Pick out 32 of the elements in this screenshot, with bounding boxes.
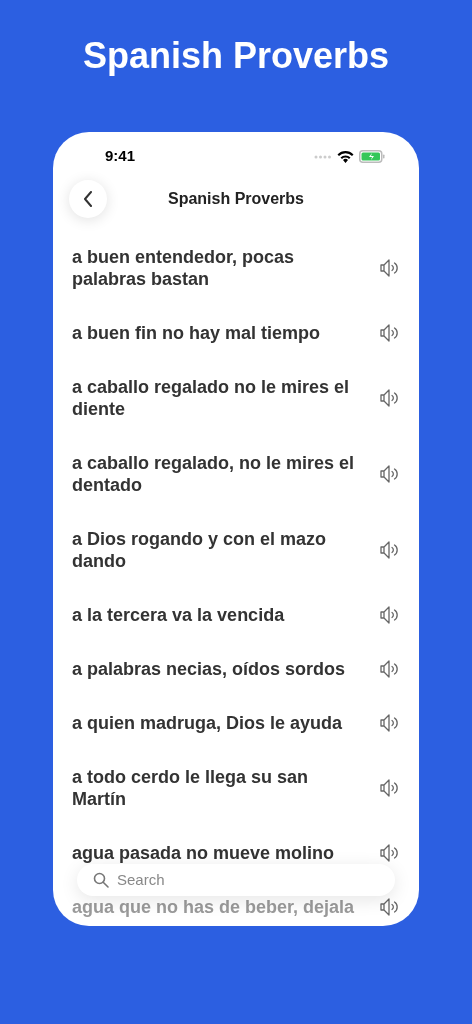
proverb-text[interactable]: a quien madruga, Dios le ayuda [72,712,367,734]
speaker-icon[interactable] [379,463,401,485]
back-button[interactable] [69,180,107,218]
speaker-icon[interactable] [379,322,401,344]
speaker-icon[interactable] [379,896,401,918]
proverb-text[interactable]: a caballo regalado, no le mires el dentado [72,452,367,496]
battery-icon [359,150,385,163]
proverb-text[interactable]: agua pasada no mueve molino [72,842,367,864]
proverb-text[interactable]: a buen fin no hay mal tiempo [72,322,367,344]
proverb-text[interactable]: a Dios rogando y con el mazo dando [72,528,367,572]
proverb-text[interactable]: a buen entendedor, pocas palabras bastan [72,246,367,290]
proverb-text[interactable]: a caballo regalado no le mires el diente [72,376,367,420]
search-input[interactable]: Search [117,868,379,892]
page-title: Spanish Proverbs [82,34,390,78]
speaker-icon[interactable] [379,777,401,799]
proverb-text[interactable]: a la tercera va la vencida [72,604,367,626]
search-field[interactable]: Search [77,864,395,896]
speaker-icon[interactable] [379,658,401,680]
search-icon [93,872,109,888]
back-icon [83,191,93,207]
speaker-icon[interactable] [379,539,401,561]
speaker-icon[interactable] [379,712,401,734]
wifi-icon [337,150,354,163]
proverb-text[interactable]: a palabras necias, oídos sordos [72,658,367,680]
speaker-icon[interactable] [379,257,401,279]
proverb-text[interactable]: a todo cerdo le llega su san Martín [72,766,367,810]
speaker-icon[interactable] [379,604,401,626]
signal-icon [314,154,332,159]
speaker-icon[interactable] [379,387,401,409]
speaker-icon[interactable] [379,842,401,864]
status-time: 9:41 [105,146,136,167]
header-title: Spanish Proverbs [167,189,304,209]
